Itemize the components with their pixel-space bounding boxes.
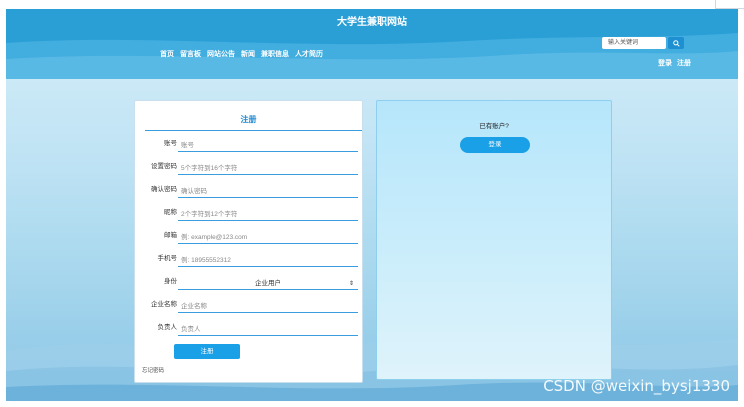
nav-item-home[interactable]: 首页 [160, 49, 174, 59]
field-label: 身份 [164, 278, 177, 285]
nickname-input[interactable]: 2个字符到12个字符 [178, 209, 358, 221]
company-name-input[interactable]: 企业名称 [178, 301, 358, 313]
field-label: 邮箱 [164, 232, 177, 239]
nav-item-announcements[interactable]: 网站公告 [207, 49, 235, 59]
field-label: 昵称 [164, 209, 177, 216]
field-phone: 手机号 例: 18955552312 [135, 253, 364, 271]
login-button[interactable]: 登录 [460, 137, 530, 153]
password-input[interactable]: 5个字符到16个字符 [178, 163, 358, 175]
field-nickname: 昵称 2个字符到12个字符 [135, 207, 364, 225]
corner-frame [715, 0, 744, 9]
site-header: 大学生兼职网站 首页 留言板 网站公告 新闻 兼职信息 人才简历 输入关键词 登… [6, 9, 738, 79]
phone-input[interactable]: 例: 18955552312 [178, 255, 358, 267]
confirm-password-input[interactable]: 确认密码 [178, 186, 358, 198]
watermark: CSDN @weixin_bysj1330 [543, 377, 730, 395]
page-background: 大学生兼职网站 首页 留言板 网站公告 新闻 兼职信息 人才简历 输入关键词 登… [6, 9, 738, 401]
main-nav: 首页 留言板 网站公告 新闻 兼职信息 人才简历 [160, 49, 323, 59]
register-form: 注册 账号 账号 设置密码 5个字符到16个字符 确认密码 确认密码 昵称 2个… [134, 100, 363, 383]
nav-item-part-time-jobs[interactable]: 兼职信息 [261, 49, 289, 59]
field-label: 负责人 [157, 324, 178, 331]
nav-item-resumes[interactable]: 人才简历 [295, 49, 323, 59]
select-arrow-icon: ⇕ [348, 281, 354, 287]
login-panel: 已有账户? 登录 [376, 100, 612, 380]
site-title: 大学生兼职网站 [337, 17, 407, 28]
field-contact-person: 负责人 负责人 [135, 322, 364, 340]
field-label: 手机号 [157, 255, 178, 262]
account-input[interactable]: 账号 [178, 140, 358, 152]
field-company-name: 企业名称 企业名称 [135, 299, 364, 317]
auth-links: 登录 注册 [658, 58, 691, 68]
register-submit-button[interactable]: 注册 [174, 344, 240, 359]
field-password: 设置密码 5个字符到16个字符 [135, 161, 364, 179]
field-label: 账号 [164, 140, 177, 147]
title-divider [145, 130, 362, 131]
field-confirm-password: 确认密码 确认密码 [135, 184, 364, 202]
identity-selected-value: 企业用户 [255, 280, 281, 287]
field-email: 邮箱 例: example@123.com [135, 230, 364, 248]
forgot-password-link[interactable]: 忘记密码 [142, 366, 164, 374]
nav-item-news[interactable]: 新闻 [241, 49, 255, 59]
header-register-link[interactable]: 注册 [677, 58, 691, 68]
nav-item-message-board[interactable]: 留言板 [180, 49, 201, 59]
have-account-prompt: 已有账户? [479, 123, 509, 130]
register-form-title: 注册 [240, 115, 257, 124]
email-input[interactable]: 例: example@123.com [178, 232, 358, 244]
field-label: 确认密码 [151, 186, 177, 193]
field-identity: 身份 企业用户 ⇕ [135, 276, 364, 294]
field-label: 企业名称 [151, 301, 177, 308]
field-label: 设置密码 [151, 163, 177, 170]
search-icon [672, 39, 680, 47]
contact-person-input[interactable]: 负责人 [178, 324, 358, 336]
header-login-link[interactable]: 登录 [658, 58, 672, 68]
field-account: 账号 账号 [135, 138, 364, 156]
identity-select[interactable]: 企业用户 ⇕ [178, 278, 358, 290]
search-input[interactable]: 输入关键词 [602, 37, 666, 49]
search-button[interactable] [668, 37, 684, 49]
